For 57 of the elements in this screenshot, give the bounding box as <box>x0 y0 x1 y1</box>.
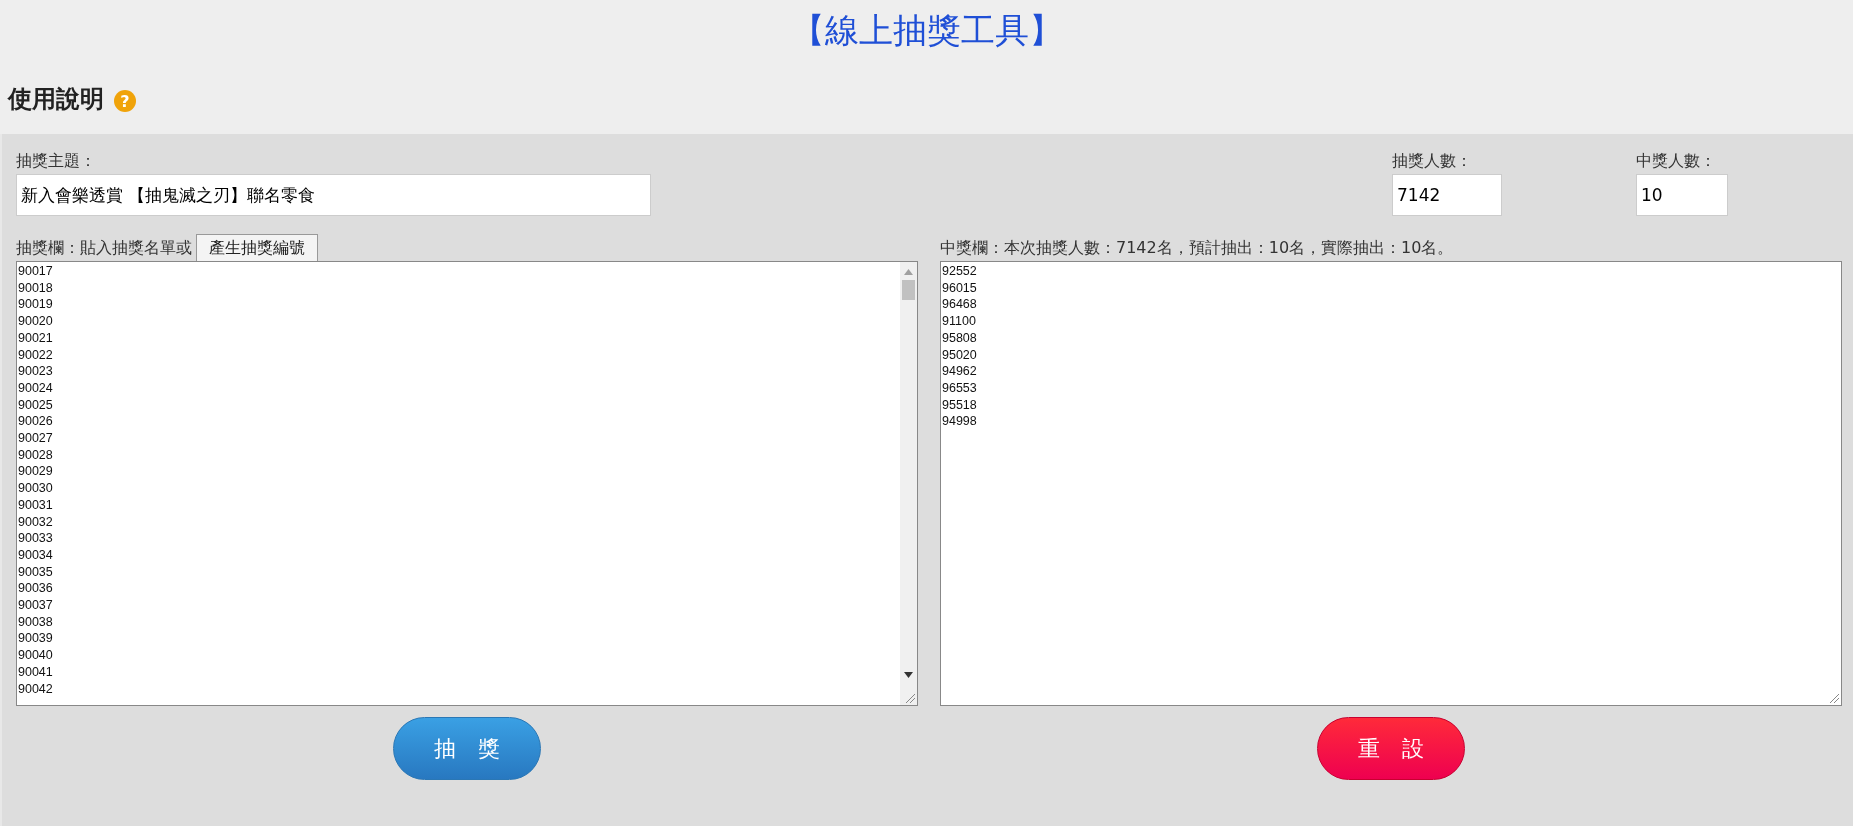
entries-field[interactable]: 90017 90018 90019 90020 90021 90022 90023 90024 90025 90026 90027 90028 90029 90030 90031 90032 90033 90034 90035 90036 90037 90038 90039 90040 90041 90042 <box>16 261 918 706</box>
entry-text: 90034 <box>18 546 53 564</box>
entry-text: 90039 <box>18 630 53 648</box>
winners-count-field[interactable]: 10 <box>1636 174 1728 216</box>
entry-text: 94962 <box>942 363 977 380</box>
entry-text: 90030 <box>18 480 53 497</box>
results-label: 中獎欄：本次抽獎人數：7142名，預計抽出：10名，實際抽出：10名。 <box>940 237 1454 259</box>
entry-text: 90036 <box>18 580 53 598</box>
topic-field[interactable]: 新入會樂透賞 【抽鬼滅之刃】聯名零食 <box>16 174 651 216</box>
entry-text: 94998 <box>942 413 977 431</box>
winners-count-label: 中獎人數： <box>1636 150 1717 172</box>
entry-text: 90023 <box>18 363 53 380</box>
entry-text: 92552 <box>942 263 977 280</box>
entry-text: 95020 <box>942 346 977 364</box>
entries-label: 抽獎欄：貼入抽獎名單或 <box>16 237 192 259</box>
entry-text: 90018 <box>18 279 53 297</box>
down-arrow-icon[interactable] <box>903 671 914 679</box>
entry-text: 91100 <box>942 313 976 330</box>
entry-text: 90027 <box>18 430 53 447</box>
entry-text: 90035 <box>18 563 53 581</box>
scrollbar[interactable] <box>900 262 917 705</box>
entry-text: 90019 <box>18 296 53 314</box>
entry-text: 95808 <box>942 329 977 347</box>
entry-text: 90017 <box>18 263 53 280</box>
topic-label: 抽獎主題： <box>16 150 97 172</box>
entry-text: 96553 <box>942 379 977 397</box>
entry-text: 90031 <box>18 496 53 514</box>
entry-text: 90041 <box>18 663 53 681</box>
page-title: 【線上抽獎工具】 <box>789 9 1064 52</box>
help-heading: 使用說明 <box>8 84 104 115</box>
entry-text: 96468 <box>942 296 977 314</box>
entry-text: 90037 <box>18 597 53 614</box>
reset-button[interactable]: 重 設 <box>1317 717 1465 780</box>
resize-grip-icon[interactable] <box>1828 692 1840 704</box>
entry-text: 90020 <box>18 313 53 330</box>
entry-text: 95518 <box>942 396 977 414</box>
generate-numbers-button[interactable]: 產生抽獎編號 <box>196 234 318 261</box>
participants-label: 抽獎人數： <box>1392 150 1473 172</box>
entry-text: 90021 <box>18 329 53 347</box>
entry-text: 90025 <box>18 396 53 414</box>
scrollbar-thumb[interactable] <box>902 280 915 300</box>
entry-text: 90026 <box>18 413 53 431</box>
entry-text: 90033 <box>18 530 53 547</box>
draw-button[interactable]: 抽 獎 <box>393 717 541 780</box>
entry-text: 90032 <box>18 513 53 531</box>
resize-grip-icon[interactable] <box>904 692 916 704</box>
entry-text: 90042 <box>18 680 53 698</box>
entry-text: 90040 <box>18 647 53 664</box>
entry-text: 90038 <box>18 613 53 631</box>
results-field[interactable]: 92552 96015 96468 91100 95808 95020 94962 96553 95518 94998 <box>940 261 1842 706</box>
entry-text: 90028 <box>18 446 53 464</box>
up-arrow-icon[interactable] <box>903 268 914 276</box>
entry-text: 90024 <box>18 379 53 397</box>
entry-text: 96015 <box>942 279 977 297</box>
entry-text: 90029 <box>18 463 53 481</box>
participants-field[interactable]: 7142 <box>1392 174 1502 216</box>
entry-text: 90022 <box>18 346 53 364</box>
